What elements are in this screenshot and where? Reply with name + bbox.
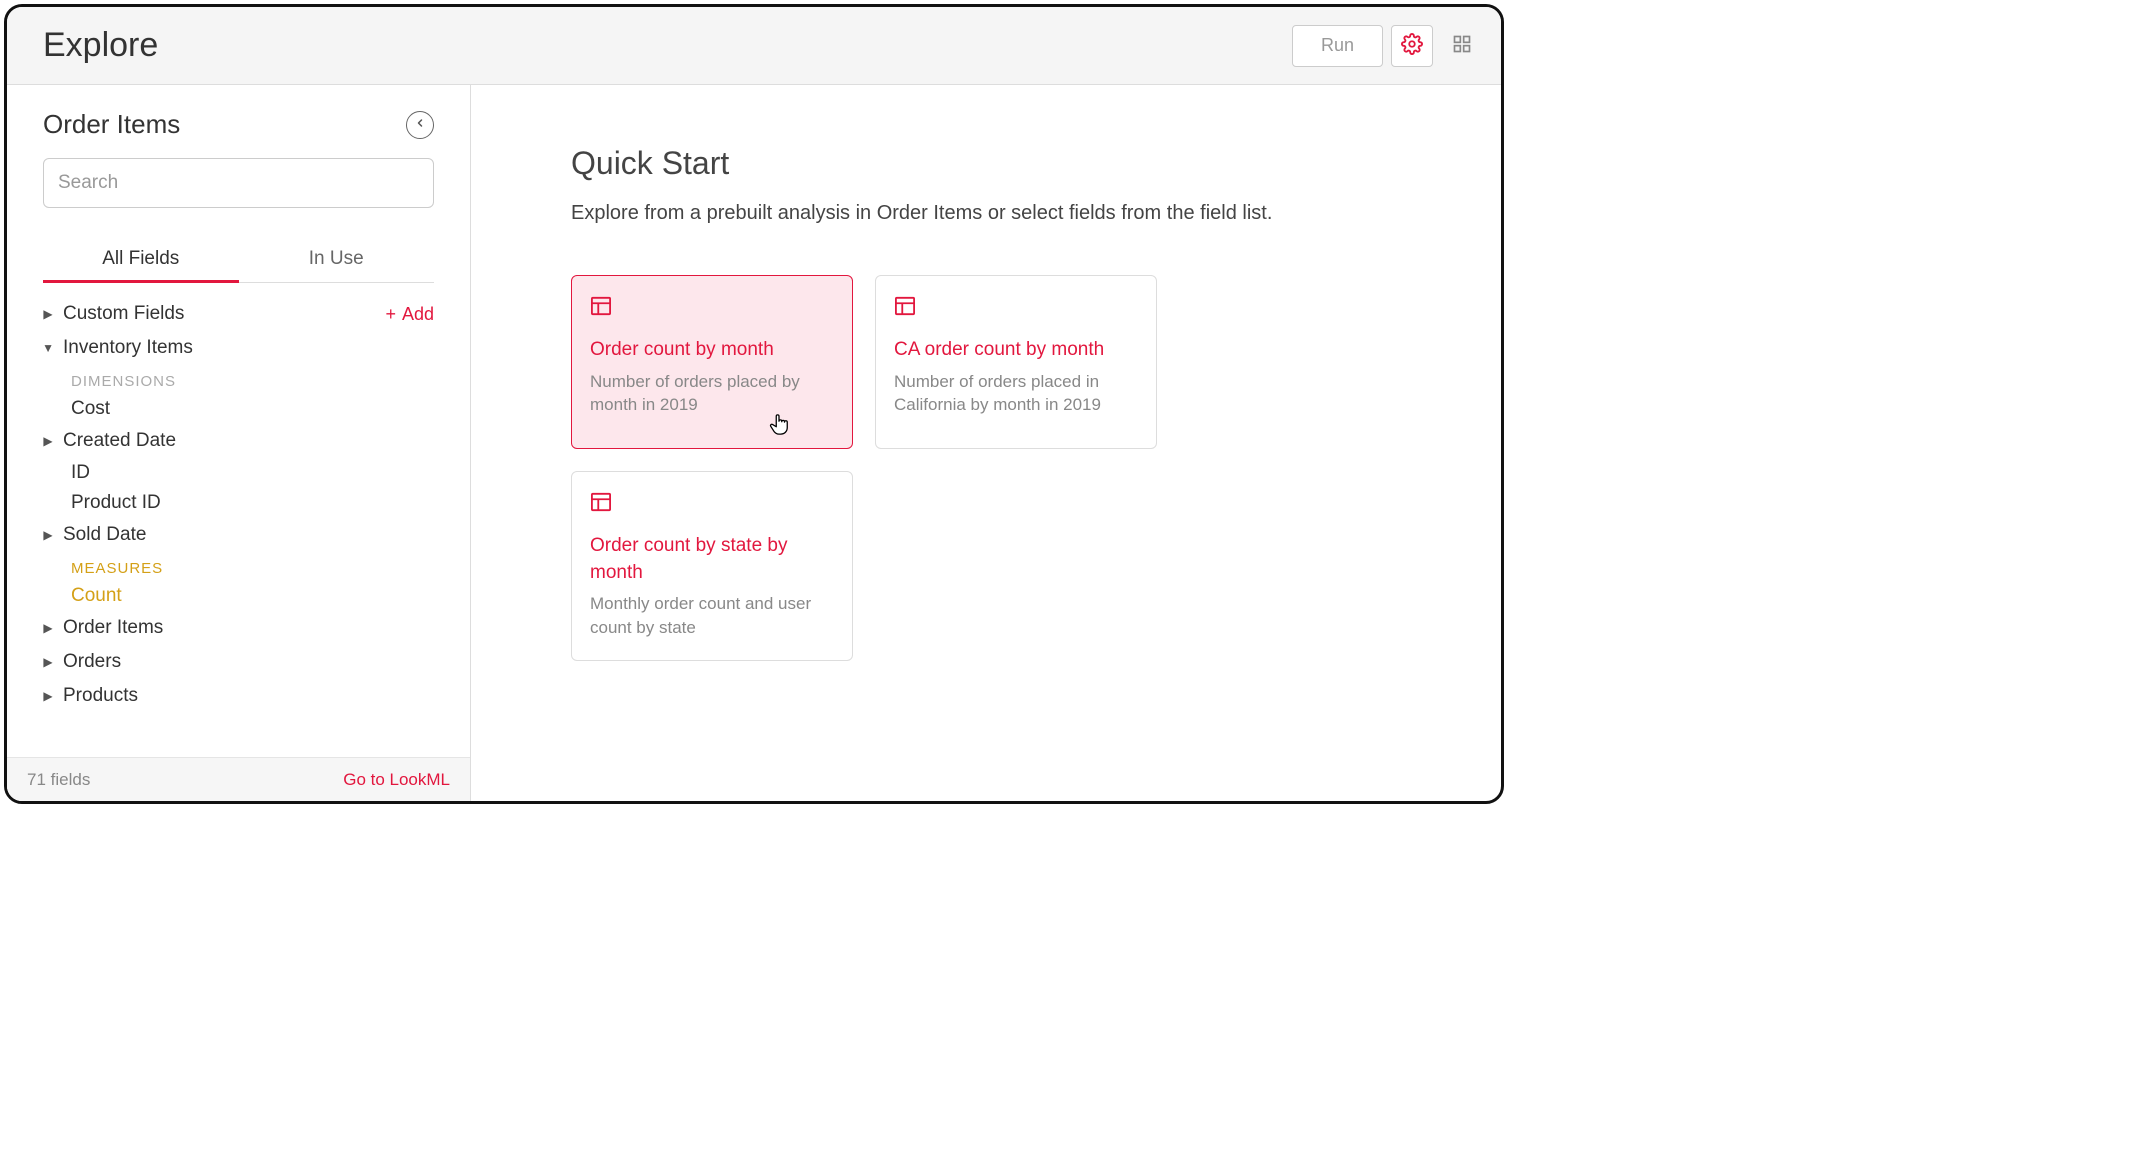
add-label: Add (402, 304, 434, 325)
chevron-right-icon: ▶ (43, 655, 53, 669)
app-frame: Explore Run Order Items (4, 4, 1504, 804)
quick-start-card-order-count-by-month[interactable]: Order count by month Number of orders pl… (571, 275, 853, 449)
sidebar: Order Items All Fields In Use ▶ (7, 85, 471, 801)
field-id[interactable]: ID (43, 458, 434, 488)
quick-start-card-ca-order-count-by-month[interactable]: CA order count by month Number of orders… (875, 275, 1157, 449)
tab-all-fields[interactable]: All Fields (43, 236, 239, 282)
header-actions: Run (1292, 25, 1483, 67)
field-group-label: Inventory Items (63, 337, 193, 359)
table-icon (590, 492, 834, 517)
card-description: Number of orders placed in California by… (894, 370, 1138, 418)
quick-start-subtitle: Explore from a prebuilt analysis in Orde… (571, 202, 1441, 225)
field-list: ▶ Custom Fields + Add ▼ Inventory Items … (7, 283, 470, 757)
chevron-left-icon (414, 116, 426, 134)
field-group-orders[interactable]: ▶ Orders (43, 645, 434, 679)
field-created-date[interactable]: ▶ Created Date (43, 424, 434, 458)
fields-count: 71 fields (27, 770, 90, 790)
tab-in-use[interactable]: In Use (239, 236, 435, 282)
field-cost[interactable]: Cost (43, 394, 434, 424)
field-label: Created Date (63, 430, 176, 452)
add-custom-field-button[interactable]: + Add (385, 304, 434, 325)
grid-icon (1452, 34, 1472, 57)
chevron-right-icon: ▶ (43, 689, 53, 703)
field-group-label: Order Items (63, 617, 163, 639)
field-label: Sold Date (63, 524, 146, 546)
card-description: Monthly order count and user count by st… (590, 592, 834, 640)
field-group-label: Products (63, 685, 138, 707)
settings-button[interactable] (1391, 25, 1433, 67)
field-group-inventory-items[interactable]: ▼ Inventory Items (43, 331, 434, 365)
field-group-order-items[interactable]: ▶ Order Items (43, 611, 434, 645)
plus-icon: + (385, 304, 396, 325)
card-title: Order count by state by month (590, 533, 834, 586)
sidebar-title: Order Items (43, 109, 180, 140)
field-tabs: All Fields In Use (43, 236, 434, 283)
quick-start-cards: Order count by month Number of orders pl… (571, 275, 1441, 661)
page-title: Explore (43, 26, 158, 65)
sidebar-top: Order Items All Fields In Use (7, 85, 470, 283)
go-to-lookml-link[interactable]: Go to LookML (343, 770, 450, 790)
body: Order Items All Fields In Use ▶ (7, 85, 1501, 801)
table-icon (894, 296, 1138, 321)
field-group-label: Custom Fields (63, 303, 184, 325)
sidebar-footer: 71 fields Go to LookML (7, 757, 470, 801)
field-count[interactable]: Count (43, 581, 434, 611)
table-icon (590, 296, 834, 321)
gear-icon (1401, 33, 1423, 58)
field-product-id[interactable]: Product ID (43, 488, 434, 518)
card-title: Order count by month (590, 337, 834, 364)
main-content: Quick Start Explore from a prebuilt anal… (471, 85, 1501, 801)
field-sold-date[interactable]: ▶ Sold Date (43, 518, 434, 552)
quick-start-card-order-count-by-state-by-month[interactable]: Order count by state by month Monthly or… (571, 471, 853, 661)
run-button[interactable]: Run (1292, 25, 1383, 67)
sidebar-title-row: Order Items (43, 109, 434, 140)
card-title: CA order count by month (894, 337, 1138, 364)
chevron-right-icon: ▶ (43, 621, 53, 635)
dimensions-section-label: DIMENSIONS (43, 373, 434, 390)
dashboard-grid-button[interactable] (1441, 25, 1483, 67)
chevron-down-icon: ▼ (43, 341, 53, 355)
header: Explore Run (7, 7, 1501, 85)
chevron-right-icon: ▶ (43, 528, 53, 542)
chevron-right-icon: ▶ (43, 434, 53, 448)
chevron-right-icon: ▶ (43, 307, 53, 321)
measures-section-label: MEASURES (43, 560, 434, 577)
field-group-custom-fields[interactable]: ▶ Custom Fields + Add (43, 297, 434, 331)
field-group-label: Orders (63, 651, 121, 673)
search-input[interactable] (43, 158, 434, 208)
card-description: Number of orders placed by month in 2019 (590, 370, 834, 418)
quick-start-title: Quick Start (571, 145, 1441, 182)
collapse-sidebar-button[interactable] (406, 111, 434, 139)
field-group-products[interactable]: ▶ Products (43, 679, 434, 713)
